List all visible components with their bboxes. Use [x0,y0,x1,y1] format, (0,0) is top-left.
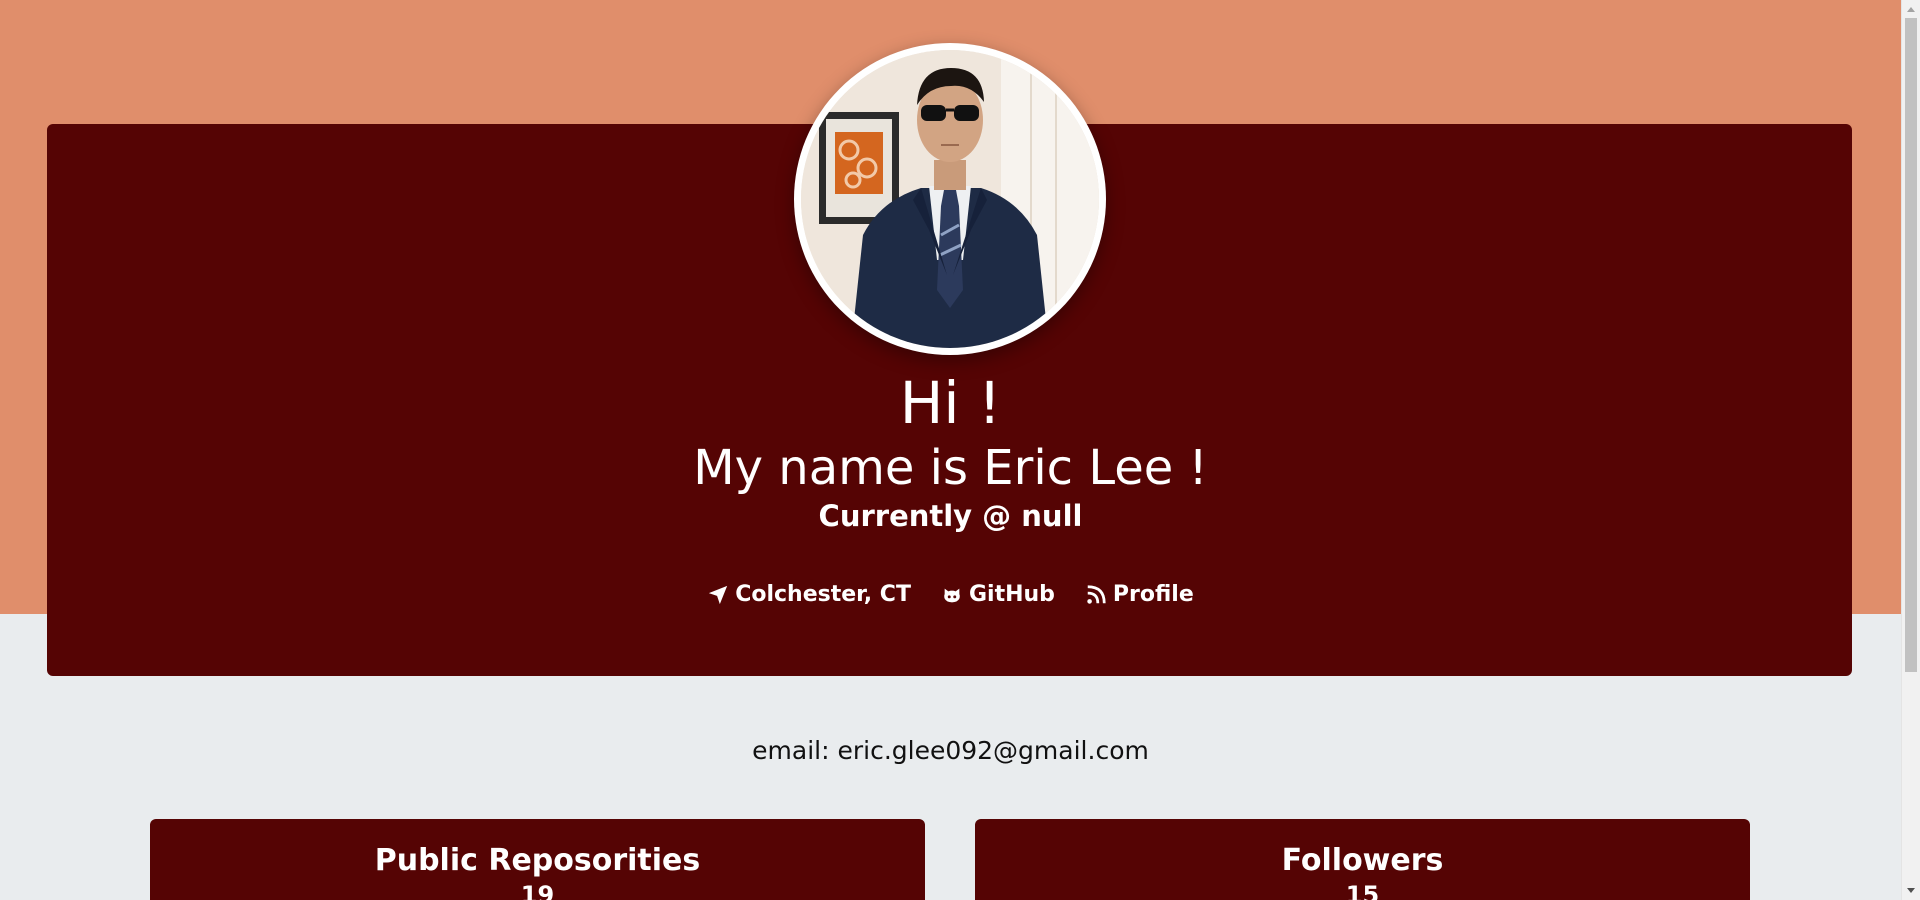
followers-title: Followers [1281,843,1444,878]
profile-label: Profile [1112,582,1194,607]
github-label: GitHub [968,582,1055,607]
email-text: email: eric.glee092@gmail.com [752,736,1149,765]
public-repos-card: Public Reposorities 19 [150,819,925,900]
location-arrow-icon [707,584,729,606]
greeting-heading: Hi ! [899,369,1002,437]
name-heading: My name is Eric Lee ! [693,440,1208,496]
avatar [794,43,1106,355]
profile-links: Colchester, CT GitHub Profile [0,582,1901,607]
page-scrollbar[interactable] [1901,0,1920,900]
avatar-photo [801,50,1099,348]
public-repos-count: 19 [520,881,555,900]
scroll-up-icon[interactable] [1907,7,1915,12]
scroll-down-icon[interactable] [1907,888,1915,893]
current-position: Currently @ null [818,499,1083,533]
github-link[interactable]: GitHub [941,582,1055,607]
location-link[interactable]: Colchester, CT [707,582,911,607]
github-icon [941,584,963,606]
profile-link[interactable]: Profile [1085,582,1194,607]
scroll-thumb[interactable] [1905,18,1917,672]
location-label: Colchester, CT [735,582,911,607]
followers-card: Followers 15 [975,819,1750,900]
followers-count: 15 [1345,881,1380,900]
avatar-illustration [801,50,1099,348]
public-repos-title: Public Reposorities [374,843,701,878]
rss-icon [1085,584,1107,606]
